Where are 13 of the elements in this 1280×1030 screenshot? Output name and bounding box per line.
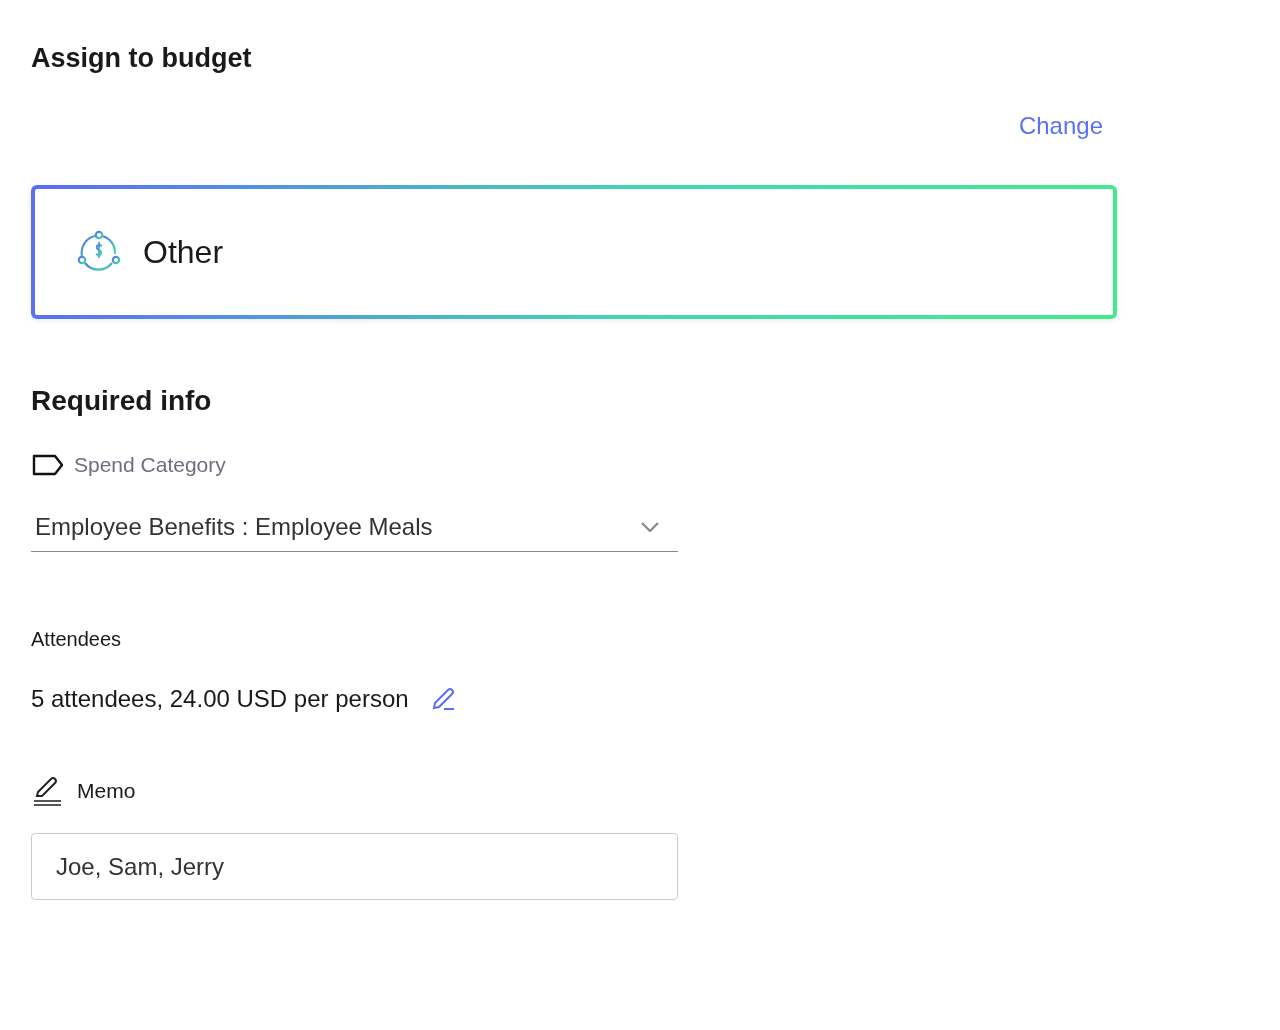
- field-label: Memo: [77, 779, 136, 803]
- section-heading: Required info: [31, 385, 213, 417]
- budget-name: Other: [143, 233, 224, 271]
- change-link[interactable]: Change: [1018, 112, 1103, 140]
- field-label: Spend Category: [74, 453, 226, 477]
- memo-field[interactable]: Joe, Sam, Jerry: [31, 833, 678, 900]
- page-title: Assign to budget: [31, 43, 253, 74]
- field-label: Attendees: [31, 628, 123, 651]
- category-select[interactable]: Employee Benefits : Employee Meals: [31, 513, 678, 552]
- tag-icon: [31, 454, 64, 476]
- pencil-icon: [31, 775, 63, 807]
- attendees-summary: 5 attendees, 24.00 USD per person: [31, 685, 409, 713]
- chevron-down-icon: [640, 521, 660, 533]
